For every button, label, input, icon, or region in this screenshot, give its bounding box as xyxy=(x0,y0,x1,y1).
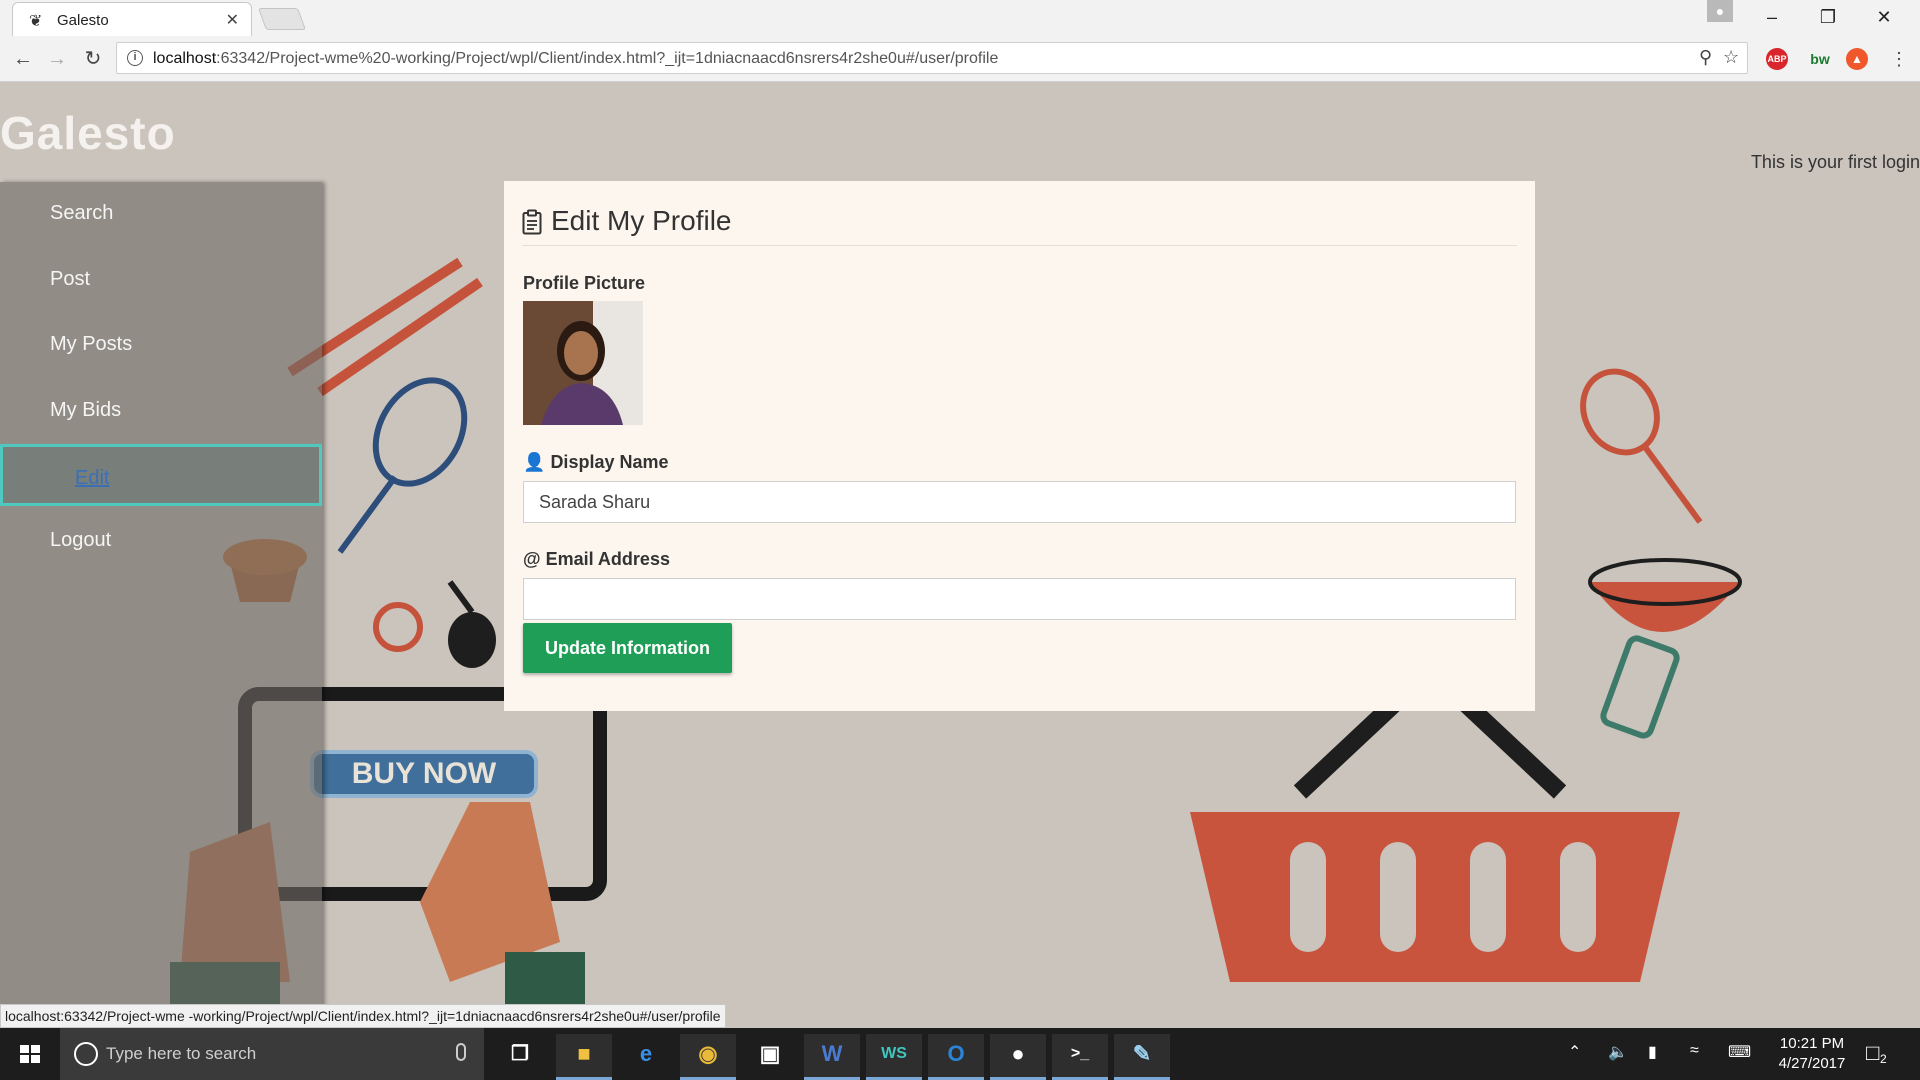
galesto-favicon-icon: ❦ xyxy=(29,13,43,30)
display-name-field[interactable]: Sarada Sharu xyxy=(523,481,1516,523)
close-window-icon[interactable]: ✕ xyxy=(1860,4,1908,30)
close-tab-icon[interactable]: ✕ xyxy=(226,10,239,30)
terminal-icon[interactable]: >_ xyxy=(1052,1034,1108,1080)
github-icon[interactable]: ● xyxy=(990,1034,1046,1080)
cortana-icon xyxy=(74,1042,98,1066)
taskbar-search-placeholder: Type here to search xyxy=(106,1044,257,1063)
sidebar-item-edit[interactable]: Edit xyxy=(0,444,322,506)
sidebar: Search Post My Posts My Bids Edit Logout xyxy=(0,182,322,1028)
minimize-icon[interactable]: – xyxy=(1748,4,1796,30)
title-divider xyxy=(522,245,1517,246)
outlook-icon[interactable]: O xyxy=(928,1034,984,1080)
wifi-icon[interactable]: ≈ xyxy=(1690,1042,1699,1060)
site-brand[interactable]: Galesto xyxy=(0,106,176,160)
at-sign-icon: @ xyxy=(523,549,541,569)
bookmark-star-icon[interactable]: ☆ xyxy=(1723,47,1739,68)
page-viewport: BUY NOW Galesto This is your first login… xyxy=(0,82,1920,1028)
email-field[interactable] xyxy=(523,578,1516,620)
taskbar-clock[interactable]: 10:21 PM 4/27/2017 xyxy=(1762,1034,1862,1074)
back-icon[interactable]: ← xyxy=(10,46,36,72)
display-name-label-row: 👤 Display Name xyxy=(523,452,669,473)
first-login-message: This is your first login xyxy=(1750,152,1920,172)
adblock-extension-icon[interactable]: ABP xyxy=(1766,48,1788,70)
email-label-row: @ Email Address xyxy=(523,549,670,570)
avatar-image xyxy=(523,301,643,425)
display-name-label: Display Name xyxy=(550,452,669,472)
clipboard-icon xyxy=(522,209,542,235)
page-title: Edit My Profile xyxy=(551,205,732,236)
taskbar-search-box[interactable]: Type here to search xyxy=(60,1028,484,1080)
volume-icon[interactable]: 🔈 xyxy=(1608,1042,1628,1062)
key-icon[interactable]: ⚲ xyxy=(1699,47,1712,68)
browser-tab[interactable]: ❦ Galesto ✕ xyxy=(12,2,252,36)
restore-icon[interactable]: ❐ xyxy=(1804,4,1852,30)
info-icon[interactable]: i xyxy=(127,50,143,66)
task-view-icon[interactable]: ❐ xyxy=(492,1034,548,1080)
update-information-button[interactable]: Update Information xyxy=(523,623,732,673)
email-address-label: Email Address xyxy=(545,549,670,569)
user-icon: 👤 xyxy=(523,452,546,472)
reload-icon[interactable]: ↻ xyxy=(80,46,106,72)
sidebar-item-edit-label[interactable]: Edit xyxy=(75,467,109,489)
sidebar-item-search[interactable]: Search xyxy=(0,182,322,244)
windows-start-icon[interactable] xyxy=(0,1028,60,1080)
forward-icon[interactable]: → xyxy=(44,46,70,72)
sidebar-item-logout[interactable]: Logout xyxy=(0,509,322,571)
show-hidden-icons-icon[interactable]: ⌃ xyxy=(1568,1042,1581,1062)
address-bar[interactable]: i localhost:63342/Project-wme%20-working… xyxy=(116,42,1748,74)
browser-toolbar: ← → ↻ i localhost:63342/Project-wme%20-w… xyxy=(0,36,1920,82)
user-profile-icon[interactable]: ● xyxy=(1707,0,1733,22)
paint-icon[interactable]: ✎ xyxy=(1114,1034,1170,1080)
windows-taskbar: Type here to search ❐ ■ e ◉ ▣ W WS O ● >… xyxy=(0,1028,1920,1080)
tab-title: Galesto xyxy=(57,12,109,29)
keyboard-icon[interactable]: ⌨ xyxy=(1728,1042,1751,1062)
store-icon[interactable]: ▣ xyxy=(742,1034,798,1080)
sidebar-item-post[interactable]: Post xyxy=(0,248,322,310)
edge-browser-icon[interactable]: e xyxy=(618,1034,674,1080)
word-icon[interactable]: W xyxy=(804,1034,860,1080)
buy-now-text: BUY NOW xyxy=(352,757,497,790)
fire-extension-icon[interactable]: ▲ xyxy=(1846,48,1868,70)
notification-count: 2 xyxy=(1880,1052,1887,1066)
clock-date: 4/27/2017 xyxy=(1778,1055,1846,1072)
link-status-bar: localhost:63342/Project-wme -working/Pro… xyxy=(0,1004,726,1028)
file-explorer-icon[interactable]: ■ xyxy=(556,1034,612,1080)
edit-profile-panel: Edit My Profile Profile Picture 👤 Displa… xyxy=(504,181,1535,711)
microphone-icon[interactable] xyxy=(456,1043,466,1061)
chrome-browser-icon[interactable]: ◉ xyxy=(680,1034,736,1080)
action-center-icon[interactable]: □ 2 xyxy=(1866,1040,1896,1068)
new-tab-button[interactable] xyxy=(257,8,307,30)
profile-picture-label: Profile Picture xyxy=(523,273,646,293)
menu-icon[interactable]: ⋮ xyxy=(1886,46,1912,72)
profile-picture[interactable] xyxy=(523,301,643,425)
webstorm-icon[interactable]: WS xyxy=(866,1034,922,1080)
sidebar-item-my-bids[interactable]: My Bids xyxy=(0,379,322,441)
url-text[interactable]: localhost:63342/Project-wme%20-working/P… xyxy=(153,50,998,68)
browser-tabbar: ❦ Galesto ✕ ● – ❐ ✕ xyxy=(0,0,1920,36)
bw-extension-icon[interactable]: bw xyxy=(1806,48,1834,70)
sidebar-item-my-posts[interactable]: My Posts xyxy=(0,313,322,375)
battery-icon[interactable]: ▮ xyxy=(1648,1042,1657,1062)
clock-time: 10:21 PM xyxy=(1779,1035,1845,1052)
